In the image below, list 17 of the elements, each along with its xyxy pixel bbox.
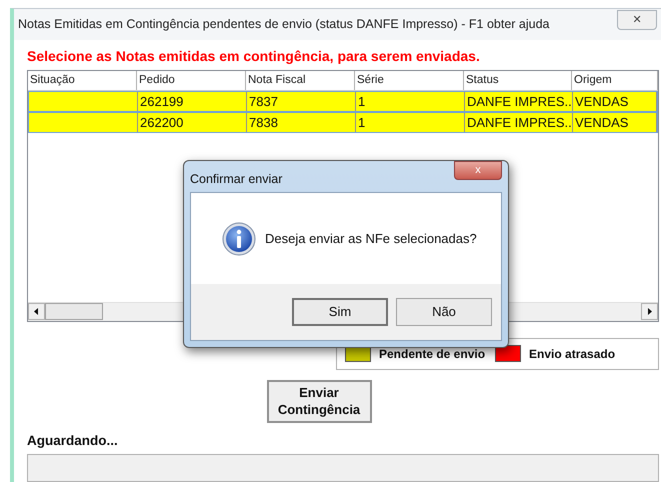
table-cell: DANFE IMPRES... [465,112,573,132]
table-cell: 7838 [247,112,356,132]
table-cell: VENDAS [573,112,657,132]
table-cell: VENDAS [573,92,657,111]
instruction-text: Selecione as Notas emitidas em contingência, para serem enviadas. [27,46,481,66]
legend-label: Envio atrasado [529,346,616,363]
table-cell: DANFE IMPRES... [465,92,573,111]
dialog-message: Deseja enviar as NFe selecionadas? [265,230,477,248]
table-cell: 262199 [138,92,247,111]
window-title: Notas Emitidas em Contingência pendentes de envio (status DANFE Impresso) - F1 obter ajuda [18,16,551,33]
dialog-title: Confirmar enviar [190,171,284,188]
status-label: Aguardando... [27,432,119,450]
table-cell: 1 [356,92,465,111]
table-cell: 7837 [247,92,356,111]
table-cell: 1 [356,112,465,132]
legend-label: Pendente de envio [379,346,486,363]
table-cell: 262200 [138,112,247,132]
